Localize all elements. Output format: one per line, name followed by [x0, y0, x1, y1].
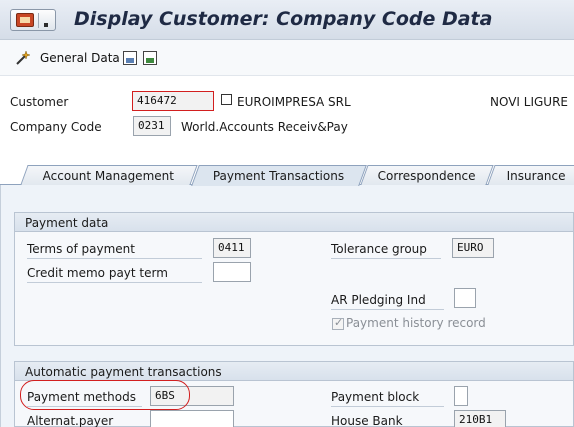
display-change-icon[interactable]: [14, 50, 32, 66]
general-data-button[interactable]: General Data: [40, 51, 120, 65]
tab-account-management[interactable]: Account Management: [20, 165, 198, 185]
customer-city: NOVI LIGURE: [490, 95, 568, 109]
customer-label: Customer: [10, 95, 69, 109]
next-entry-icon[interactable]: [143, 51, 157, 65]
payment-history-checkbox[interactable]: [332, 316, 344, 330]
tab-correspondence[interactable]: Correspondence: [360, 165, 494, 185]
credit-memo-field[interactable]: [213, 262, 251, 282]
system-menu-button[interactable]: [10, 9, 56, 31]
terms-of-payment-field[interactable]: 0411: [213, 238, 251, 258]
previous-entry-icon[interactable]: [123, 51, 137, 65]
customer-field[interactable]: 416472: [132, 91, 214, 111]
payment-methods-highlight: [20, 380, 190, 410]
payment-block-field[interactable]: [454, 386, 468, 406]
tab-label: Correspondence: [377, 169, 476, 183]
automatic-payment-title: Automatic payment transactions: [14, 361, 574, 381]
ar-pledging-field[interactable]: [454, 288, 476, 308]
tab-insurance[interactable]: Insurance: [487, 165, 574, 185]
copy-icon[interactable]: [221, 94, 232, 105]
tab-label: Insurance: [506, 169, 566, 183]
menu-separator: [38, 13, 39, 28]
alternat-payer-field[interactable]: [150, 410, 234, 427]
payment-data-title: Payment data: [14, 212, 574, 232]
payment-history-label: Payment history record: [346, 316, 486, 330]
house-bank-label: House Bank: [331, 414, 444, 427]
tolerance-group-field[interactable]: EURO: [452, 238, 494, 258]
customer-name: EUROIMPRESA SRL: [237, 95, 351, 109]
window-title: Display Customer: Company Code Data: [74, 8, 493, 30]
tab-payment-transactions[interactable]: Payment Transactions: [191, 165, 367, 186]
ar-pledging-label: AR Pledging Ind: [331, 293, 444, 310]
tab-label: Account Management: [42, 169, 175, 183]
company-code-label: Company Code: [10, 120, 102, 134]
company-code-name: World.Accounts Receiv&Pay: [181, 120, 348, 134]
dropdown-indicator-icon: [44, 23, 48, 27]
house-bank-field[interactable]: 210B1: [454, 410, 506, 427]
alternat-payer-label: Alternat.payer: [27, 414, 142, 427]
company-code-field[interactable]: 0231: [133, 116, 171, 136]
tolerance-group-label: Tolerance group: [331, 242, 441, 259]
sap-menu-icon: [16, 13, 34, 27]
tab-label: Payment Transactions: [213, 169, 345, 183]
payment-block-label: Payment block: [331, 390, 444, 407]
terms-of-payment-label: Terms of payment: [27, 242, 202, 259]
credit-memo-label: Credit memo payt term: [27, 266, 202, 283]
